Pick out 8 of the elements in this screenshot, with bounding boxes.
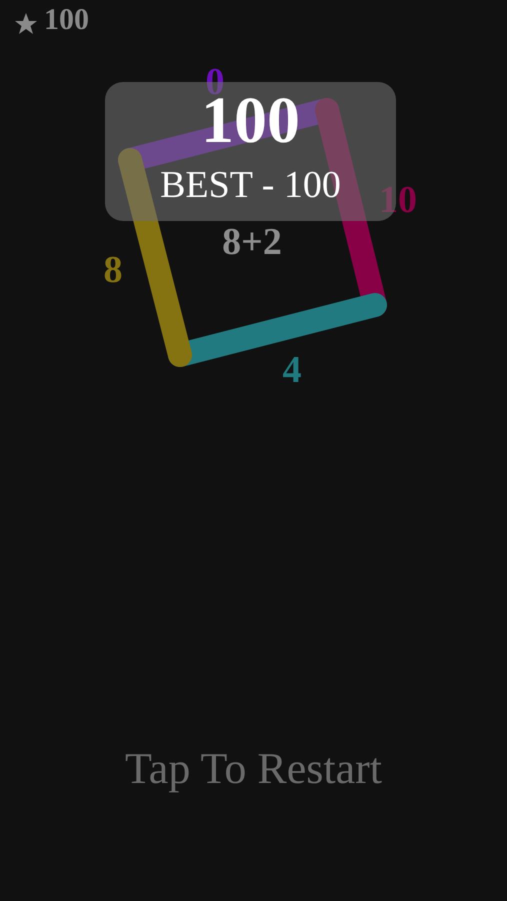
side-number: 4	[282, 351, 302, 389]
side-number: 8	[104, 251, 122, 289]
side-number: 10	[379, 181, 417, 219]
score-counter: 100	[44, 5, 89, 35]
star-icon	[14, 12, 38, 36]
restart-prompt[interactable]: Tap To Restart	[125, 747, 382, 791]
equation-text: 8+2	[222, 223, 282, 261]
best-score: BEST - 100	[160, 166, 341, 204]
